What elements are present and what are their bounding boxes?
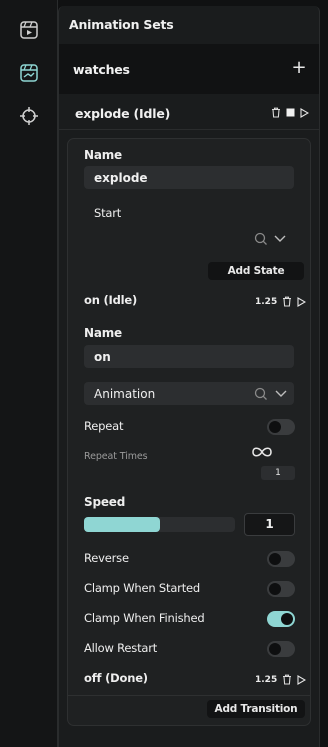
state-row-label: explode (Idle) bbox=[75, 106, 171, 121]
animation-icon[interactable] bbox=[17, 61, 41, 85]
state-off-tools: 1.25 bbox=[255, 674, 307, 685]
play-icon[interactable] bbox=[297, 674, 307, 685]
state-on-title: on (Idle) bbox=[84, 293, 138, 307]
play-window-icon[interactable] bbox=[17, 18, 41, 42]
speed-label: Speed bbox=[84, 495, 126, 509]
name-field[interactable]: explode bbox=[84, 166, 294, 189]
state-on-duration: 1.25 bbox=[255, 296, 278, 307]
state-name-value: on bbox=[94, 350, 111, 364]
state-editor-card: Name explode Start Add State on (Idle) 1… bbox=[67, 138, 311, 726]
state-row-explode[interactable]: explode (Idle) bbox=[59, 94, 319, 130]
animation-select-value: Animation bbox=[94, 387, 156, 401]
panel-title: Animation Sets bbox=[69, 17, 174, 32]
trash-icon[interactable] bbox=[282, 674, 292, 685]
start-label: Start bbox=[94, 206, 122, 220]
play-icon[interactable] bbox=[297, 296, 307, 307]
crosshair-icon[interactable] bbox=[17, 104, 41, 128]
clamp-finished-label: Clamp When Finished bbox=[84, 611, 205, 625]
add-transition-button[interactable]: Add Transition bbox=[207, 700, 305, 718]
search-icon[interactable] bbox=[254, 387, 268, 401]
animation-sets-panel: Animation Sets watches + explode (Idle) … bbox=[58, 6, 320, 747]
speed-input[interactable]: 1 bbox=[244, 513, 295, 536]
add-set-button[interactable]: + bbox=[289, 58, 309, 78]
chevron-down-icon[interactable] bbox=[275, 390, 287, 398]
repeat-label: Repeat bbox=[84, 419, 124, 433]
stop-icon[interactable] bbox=[286, 108, 295, 117]
add-state-button[interactable]: Add State bbox=[208, 262, 304, 280]
divider bbox=[68, 695, 310, 696]
state-off-title: off (Done) bbox=[84, 671, 148, 685]
chevron-down-icon[interactable] bbox=[274, 235, 286, 243]
allow-restart-toggle[interactable] bbox=[267, 641, 295, 657]
infinity-icon[interactable] bbox=[251, 446, 273, 458]
play-icon[interactable] bbox=[300, 107, 309, 118]
animation-select[interactable]: Animation bbox=[84, 382, 294, 405]
state-name-label: Name bbox=[84, 326, 122, 340]
state-name-field[interactable]: on bbox=[84, 345, 294, 368]
icon-rail bbox=[0, 0, 58, 747]
clamp-finished-toggle[interactable] bbox=[267, 611, 295, 627]
search-icon[interactable] bbox=[254, 232, 268, 246]
state-row-tools bbox=[271, 107, 309, 118]
repeat-toggle[interactable] bbox=[267, 419, 295, 435]
set-row-watches[interactable]: watches + bbox=[59, 44, 319, 94]
clamp-started-label: Clamp When Started bbox=[84, 581, 200, 595]
speed-slider[interactable] bbox=[84, 517, 235, 532]
state-on-tools: 1.25 bbox=[255, 296, 307, 307]
name-label: Name bbox=[84, 148, 122, 162]
repeat-times-input[interactable]: 1 bbox=[261, 466, 295, 480]
allow-restart-label: Allow Restart bbox=[84, 641, 158, 655]
reverse-label: Reverse bbox=[84, 551, 129, 565]
clamp-started-toggle[interactable] bbox=[267, 581, 295, 597]
trash-icon[interactable] bbox=[282, 296, 292, 307]
set-name: watches bbox=[73, 62, 130, 77]
speed-slider-fill bbox=[84, 517, 160, 532]
trash-icon[interactable] bbox=[271, 107, 281, 118]
repeat-times-label: Repeat Times bbox=[84, 451, 148, 462]
name-value: explode bbox=[94, 171, 148, 185]
reverse-toggle[interactable] bbox=[267, 551, 295, 567]
state-off-duration: 1.25 bbox=[255, 674, 278, 685]
